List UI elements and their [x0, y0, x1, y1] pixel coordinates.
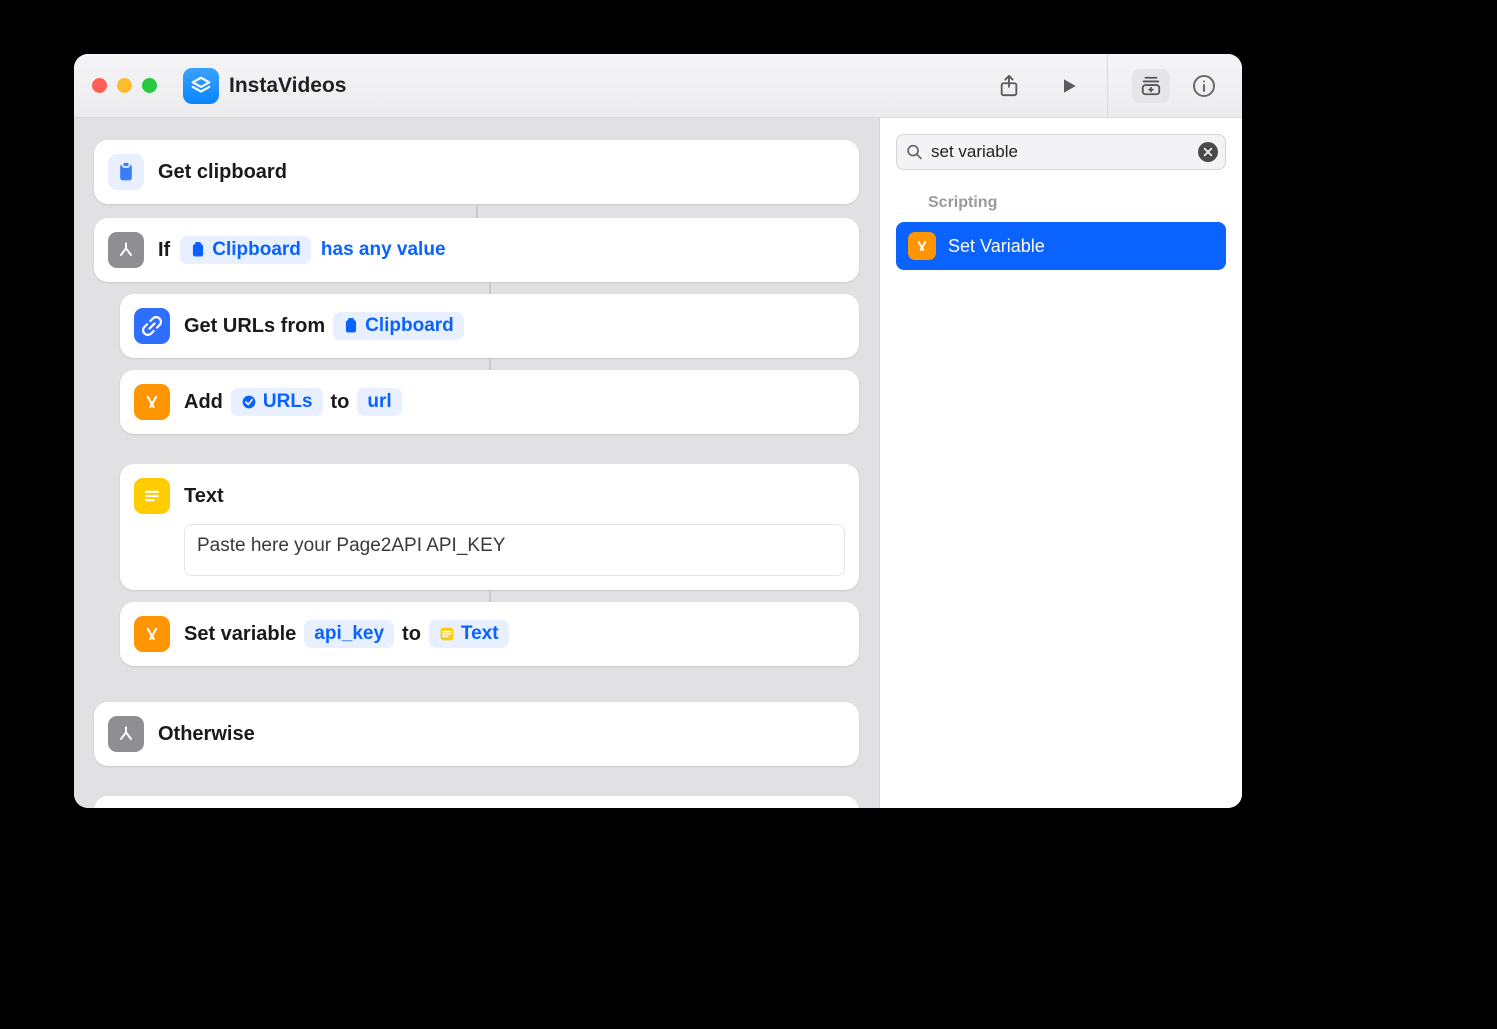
- spacer: [94, 666, 859, 702]
- action-set-variable[interactable]: Set variable api_key to Text: [120, 602, 859, 666]
- mid-keyword: to: [402, 623, 421, 646]
- action-get-clipboard[interactable]: Get clipboard: [94, 140, 859, 204]
- variable-icon: [908, 232, 936, 260]
- action-label: Get clipboard: [158, 161, 287, 184]
- if-keyword: If: [158, 239, 170, 262]
- if-condition[interactable]: has any value: [319, 236, 448, 264]
- if-expression: If Clipboard has any value: [158, 236, 448, 264]
- branch-icon: [108, 232, 144, 268]
- spacer: [94, 434, 859, 464]
- spacer: [94, 766, 859, 796]
- window-controls: [92, 78, 157, 93]
- action-label: Text: [184, 485, 224, 508]
- if-variable-token[interactable]: Clipboard: [180, 236, 311, 264]
- section-header: Scripting: [880, 180, 1242, 218]
- text-icon: [134, 478, 170, 514]
- action-add-to-variable[interactable]: Add URLs to url: [120, 370, 859, 434]
- app-title: InstaVideos: [229, 74, 347, 98]
- branch-icon: [108, 716, 144, 752]
- variable-icon: [134, 616, 170, 652]
- clear-search-button[interactable]: [1198, 142, 1218, 162]
- get-urls-expression: Get URLs from Clipboard: [184, 312, 464, 340]
- workflow-canvas[interactable]: Get clipboard If Clipboard has any value: [74, 118, 880, 808]
- minimize-window-button[interactable]: [117, 78, 132, 93]
- token-label: Clipboard: [212, 239, 301, 261]
- token-label: Text: [461, 623, 499, 645]
- flow-connector: [476, 204, 478, 218]
- search-icon: [906, 144, 923, 161]
- urls-token[interactable]: URLs: [231, 388, 323, 416]
- set-variable-expression: Set variable api_key to Text: [184, 620, 509, 648]
- token-label: Clipboard: [365, 315, 454, 337]
- flow-connector: [489, 590, 491, 602]
- result-label: Set Variable: [948, 236, 1045, 257]
- share-button[interactable]: [989, 66, 1029, 106]
- action-get-urls[interactable]: Get URLs from Clipboard: [120, 294, 859, 358]
- value-token[interactable]: Text: [429, 620, 509, 648]
- search-container: [896, 134, 1226, 170]
- titlebar: InstaVideos: [74, 54, 1242, 118]
- token-label: URLs: [263, 391, 313, 413]
- toolbar-divider: [1107, 54, 1108, 118]
- zoom-window-button[interactable]: [142, 78, 157, 93]
- link-icon: [134, 308, 170, 344]
- clipboard-icon: [108, 154, 144, 190]
- app-window: InstaVideos Get clipboard: [74, 54, 1242, 808]
- run-button[interactable]: [1049, 66, 1089, 106]
- add-expression: Add URLs to url: [184, 388, 402, 416]
- flow-connector: [489, 282, 491, 294]
- action-prefix: Add: [184, 391, 223, 414]
- action-label: Otherwise: [158, 723, 255, 746]
- search-input[interactable]: [896, 134, 1226, 170]
- clipboard-token[interactable]: Clipboard: [333, 312, 464, 340]
- app-icon: [183, 68, 219, 104]
- action-end-if[interactable]: End If: [94, 796, 859, 808]
- variable-name-token[interactable]: api_key: [304, 620, 394, 648]
- actions-library-sidebar: Scripting Set Variable: [880, 118, 1242, 808]
- action-prefix: Get URLs from: [184, 315, 325, 338]
- close-window-button[interactable]: [92, 78, 107, 93]
- action-otherwise[interactable]: Otherwise: [94, 702, 859, 766]
- action-text[interactable]: Text Paste here your Page2API API_KEY: [120, 464, 859, 590]
- action-if[interactable]: If Clipboard has any value: [94, 218, 859, 282]
- text-input-field[interactable]: Paste here your Page2API API_KEY: [184, 524, 845, 576]
- action-prefix: Set variable: [184, 623, 296, 646]
- flow-connector: [489, 358, 491, 370]
- variable-icon: [134, 384, 170, 420]
- search-result-set-variable[interactable]: Set Variable: [896, 222, 1226, 270]
- info-button[interactable]: [1184, 66, 1224, 106]
- mid-keyword: to: [331, 391, 350, 414]
- target-variable-token[interactable]: url: [357, 388, 401, 416]
- library-button[interactable]: [1132, 69, 1170, 103]
